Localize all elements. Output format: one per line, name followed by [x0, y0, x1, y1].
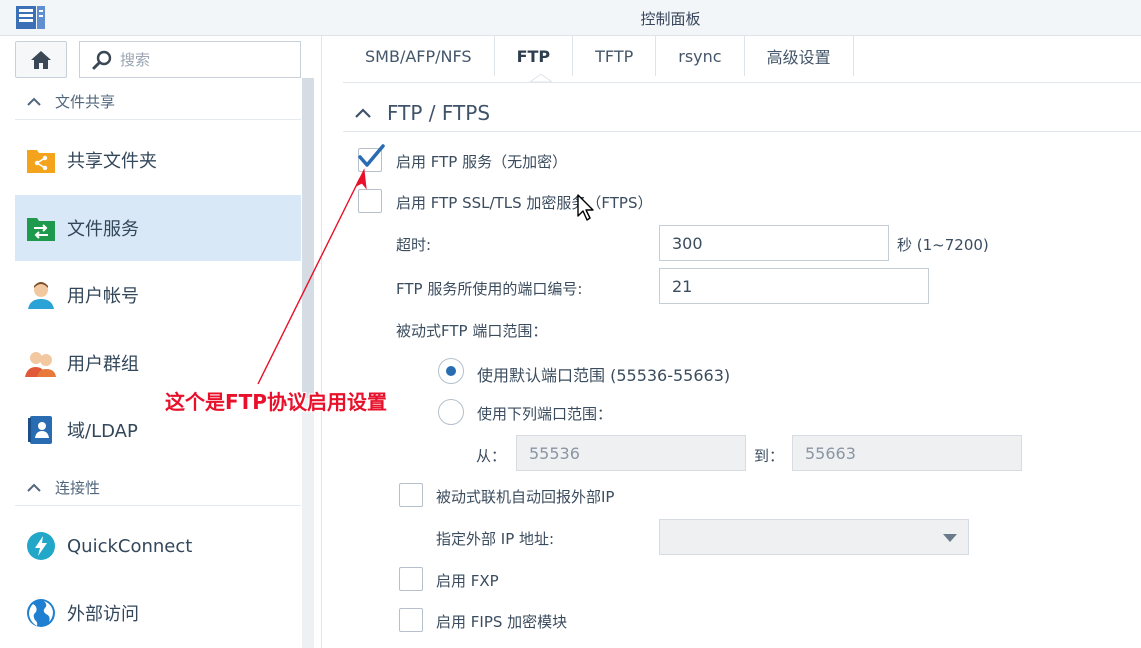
report-external-ip-label: 被动式联机自动回报外部IP [436, 488, 615, 506]
panel-header-divider [343, 131, 1141, 132]
tab-ftp[interactable]: FTP [495, 36, 574, 76]
search-box[interactable] [79, 41, 301, 78]
mouse-cursor-icon [577, 194, 594, 221]
from-label: 从： [476, 447, 507, 465]
panel-title: FTP / FTPS [387, 101, 491, 125]
chevron-up-icon [27, 97, 41, 106]
sidebar-item-quickconnect[interactable]: QuickConnect [15, 513, 301, 579]
default-range-radio[interactable] [438, 358, 464, 384]
custom-range-label: 使用下列端口范围： [477, 405, 613, 423]
tab-rsync[interactable]: rsync [656, 36, 745, 76]
timeout-unit-label: 秒 (1~7200) [897, 236, 989, 254]
enable-fips-label: 启用 FIPS 加密模块 [436, 613, 568, 631]
user-icon [25, 279, 57, 311]
tab-bar: SMB/AFP/NFS FTP TFTP rsync 高级设置 [343, 36, 854, 76]
section-label: 文件共享 [55, 93, 116, 111]
sidebar-item-label: 用户群组 [67, 354, 139, 375]
sidebar-item-label: 共享文件夹 [67, 151, 157, 172]
tab-advanced-settings[interactable]: 高级设置 [745, 36, 854, 76]
external-ip-select[interactable] [659, 519, 969, 555]
sidebar-item-external-access[interactable]: 外部访问 [15, 580, 301, 646]
sidebar-item-label: 用户帐号 [67, 286, 139, 307]
chevron-up-icon [355, 107, 371, 118]
enable-ftp-label: 启用 FTP 服务（无加密） [396, 153, 568, 171]
window-title: 控制面板 [640, 10, 701, 28]
home-icon [31, 50, 51, 69]
port-input[interactable]: 21 [659, 268, 929, 304]
sidebar-item-user[interactable]: 用户帐号 [15, 262, 301, 328]
tab-tftp[interactable]: TFTP [573, 36, 657, 76]
checkmark-icon [358, 144, 385, 167]
enable-ftp-checkbox[interactable] [358, 144, 385, 172]
report-external-ip-checkbox[interactable] [399, 483, 423, 507]
sidebar-item-label: QuickConnect [67, 535, 193, 557]
default-range-label: 使用默认端口范围 (55536-55663) [477, 366, 731, 385]
passive-range-label: 被动式FTP 端口范围： [396, 322, 548, 340]
title-bar: 控制面板 [0, 0, 1141, 36]
sidebar-item-label: 文件服务 [67, 219, 139, 240]
domain-ldap-icon [25, 414, 57, 446]
section-label: 连接性 [55, 479, 101, 497]
timeout-label: 超时: [396, 236, 432, 254]
annotation-text: 这个是FTP协议启用设置 [165, 390, 387, 414]
sidebar-item-shared-folder[interactable]: 共享文件夹 [15, 127, 301, 193]
tab-smb-afp-nfs[interactable]: SMB/AFP/NFS [343, 36, 495, 76]
from-port-input[interactable]: 55536 [516, 435, 746, 471]
quickconnect-icon [25, 530, 57, 562]
shared-folder-icon [25, 144, 57, 176]
tab-divider [343, 82, 1141, 83]
enable-ftps-label: 启用 FTP SSL/TLS 加密服务（FTPS） [396, 194, 653, 212]
enable-fips-checkbox[interactable] [399, 608, 423, 632]
custom-range-radio[interactable] [438, 399, 464, 425]
to-port-input[interactable]: 55663 [792, 435, 1022, 471]
sidebar-scrollbar-thumb[interactable] [302, 78, 314, 398]
ftp-section-header[interactable]: FTP / FTPS [343, 95, 1141, 131]
globe-icon [25, 597, 57, 629]
dropdown-arrow-icon [943, 534, 957, 542]
search-icon [92, 50, 112, 69]
external-ip-label: 指定外部 IP 地址: [436, 530, 555, 548]
group-icon [25, 347, 57, 379]
home-button[interactable] [15, 41, 67, 78]
enable-fxp-checkbox[interactable] [399, 567, 423, 591]
enable-fxp-label: 启用 FXP [436, 572, 499, 590]
sidebar: 文件共享 共享文件夹 文件服务 用户帐号 用户群组 域/LDAP 连接性 [0, 36, 322, 648]
port-label: FTP 服务所使用的端口编号: [396, 280, 583, 298]
sidebar-item-file-services[interactable]: 文件服务 [15, 195, 301, 261]
chevron-up-icon [27, 483, 41, 492]
sidebar-item-label: 外部访问 [67, 604, 139, 625]
section-file-sharing[interactable]: 文件共享 [15, 84, 301, 120]
timeout-input[interactable]: 300 [659, 225, 889, 261]
active-tab-indicator [530, 74, 552, 82]
search-input[interactable] [120, 50, 280, 69]
to-label: 到： [754, 447, 785, 465]
section-connectivity[interactable]: 连接性 [15, 470, 301, 506]
sidebar-item-label: 域/LDAP [67, 421, 138, 442]
enable-ftps-checkbox[interactable] [358, 189, 382, 213]
file-services-icon [25, 212, 57, 244]
